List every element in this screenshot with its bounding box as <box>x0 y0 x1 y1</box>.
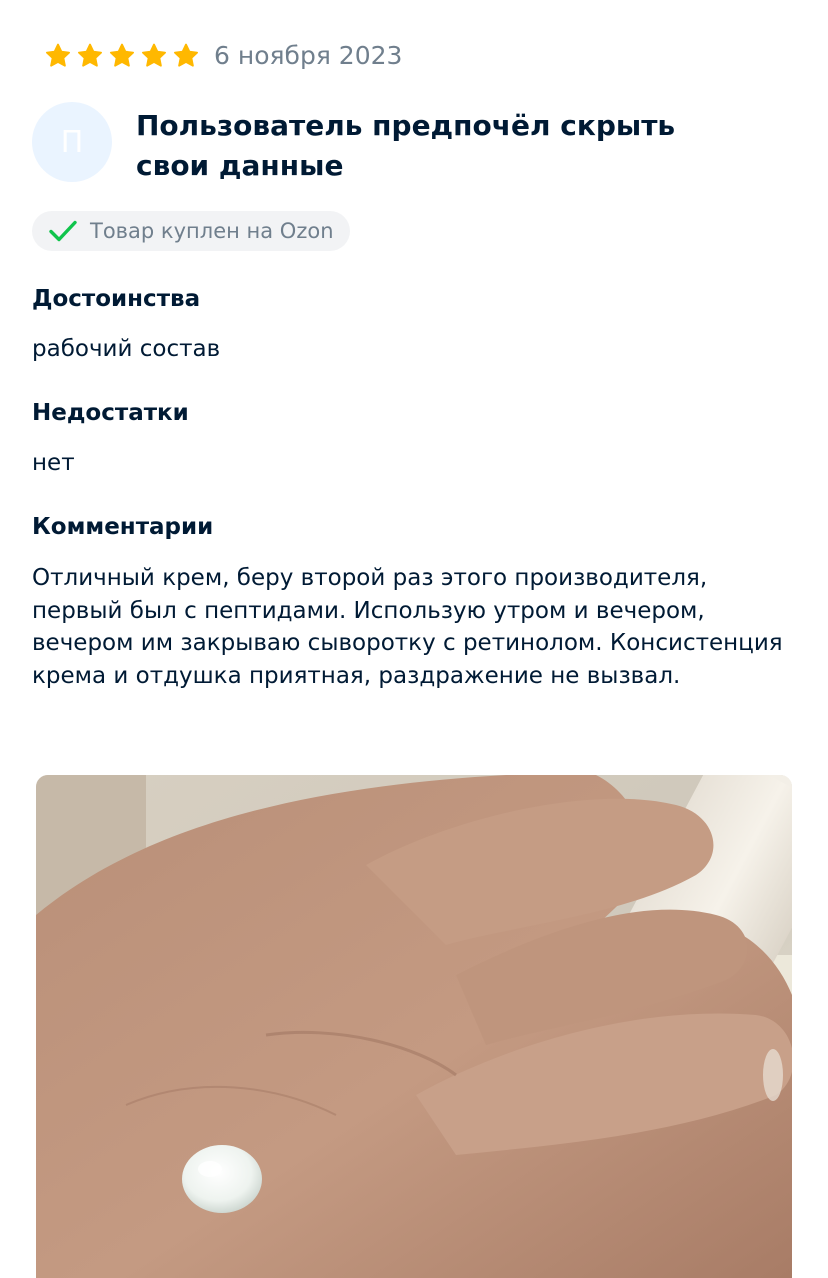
star-icon <box>77 43 103 67</box>
review-photo[interactable]: or <box>36 775 792 1278</box>
comment-text: Отличный крем, беру второй раз этого про… <box>32 565 783 689</box>
pros-heading: Достоинства <box>32 286 201 312</box>
review-date: 6 ноября 2023 <box>214 41 403 70</box>
cons-text: нет <box>32 450 75 476</box>
star-rating <box>44 42 200 70</box>
rating-row: 6 ноября 2023 <box>44 38 402 74</box>
author-row: П Пользователь предпочёл скрыть свои дан… <box>32 102 756 186</box>
purchase-badge: Товар куплен на Ozon <box>32 211 350 251</box>
comment-heading: Комментарии <box>32 514 214 540</box>
star-icon <box>173 43 199 67</box>
cons-heading: Недостатки <box>32 400 189 426</box>
author-name: Пользователь предпочёл скрыть свои данны… <box>136 109 676 182</box>
review-photo-image: or <box>36 775 792 1278</box>
avatar[interactable]: П <box>32 102 112 182</box>
star-icon <box>141 43 167 67</box>
review-card: 6 ноября 2023 П Пользователь предпочёл с… <box>0 0 828 1278</box>
star-icon <box>109 43 135 67</box>
check-icon <box>49 220 77 242</box>
star-icon <box>45 43 71 67</box>
badge-text: Товар куплен на Ozon <box>90 219 334 243</box>
pros-text: рабочий состав <box>32 336 221 362</box>
